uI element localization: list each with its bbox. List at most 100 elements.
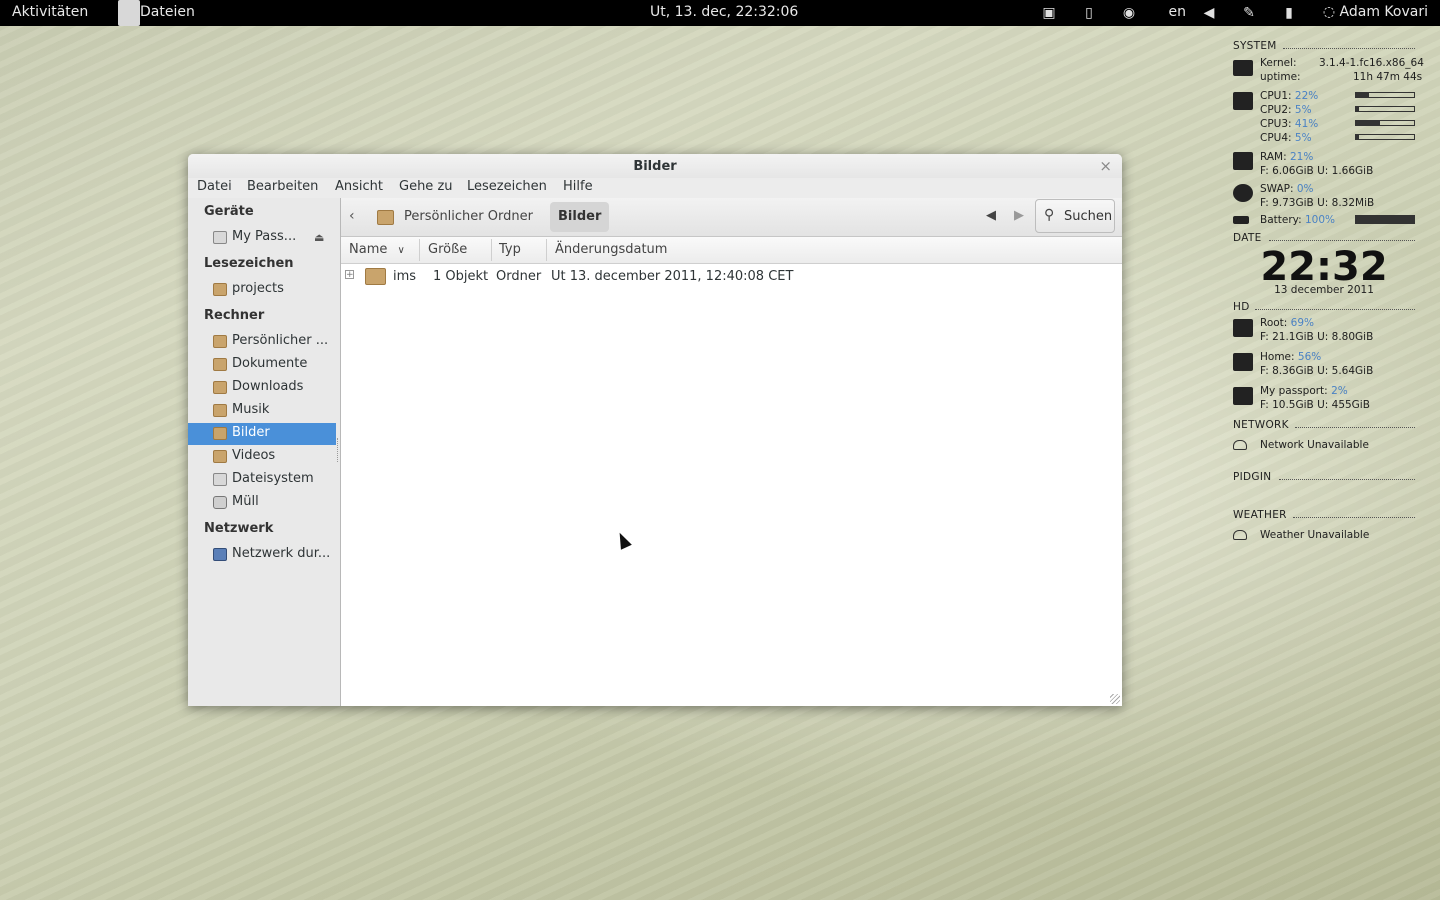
home-label: Home: 56% [1260,351,1321,363]
bar-fill [1356,121,1380,125]
column-modified[interactable]: Änderungsdatum [555,242,667,257]
sidebar-resize-handle[interactable] [337,438,340,462]
column-divider[interactable] [491,239,492,261]
sidebar-item-documents[interactable]: Dokumente [188,354,336,376]
home-folder-icon [213,335,227,348]
documents-folder-icon [213,358,227,371]
section-title: PIDGIN [1233,471,1272,483]
conky-date: 13 december 2011 [1274,284,1374,296]
back-arrow-icon[interactable]: ◀ [986,208,996,223]
home-folder-icon [377,210,394,225]
column-name[interactable]: Name ∨ [349,242,405,257]
battery-icon[interactable]: ▮ [1280,4,1298,22]
sidebar-header-devices: Geräte [204,204,254,219]
swap-label: SWAP: 0% [1260,183,1314,195]
drive-icon [213,231,227,244]
music-folder-icon [213,404,227,417]
passport-percent: 2% [1331,385,1348,397]
column-header: Name ∨ Größe Typ Änderungsdatum [341,237,1122,264]
menu-bearbeiten[interactable]: Bearbeiten [247,179,318,194]
section-divider [1279,479,1415,480]
window-resize-grip[interactable] [1110,694,1120,704]
menu-datei[interactable]: Datei [197,179,232,194]
home-name: Home: [1260,351,1295,363]
app-menu-label: Dateien [140,4,195,20]
table-row[interactable]: + ims 1 Objekt Ordner Ut 13. december 20… [341,265,1122,289]
bar-fill [1356,93,1369,97]
panel-clock[interactable]: Ut, 13. dec, 22:32:06 [650,4,798,20]
keyboard-layout[interactable]: en [1169,4,1187,20]
window-content: Geräte My Pass... ⏏ Lesezeichen projects… [188,198,1122,706]
file-name: ims [393,269,417,284]
hd-section-header: HD [1233,301,1415,315]
activities-button[interactable]: Aktivitäten [12,4,88,20]
column-size[interactable]: Größe [428,242,467,257]
sidebar-item-label: Netzwerk dur... [232,546,331,561]
home-detail: F: 8.36GiB U: 5.64GiB [1260,365,1374,377]
window-titlebar[interactable]: Bilder × [188,154,1122,178]
cpu-name: CPU2: [1260,104,1292,116]
ram-percent: 21% [1290,151,1314,163]
column-divider[interactable] [546,239,547,261]
path-scroll-left-icon[interactable]: ‹ [349,208,363,224]
sidebar-item-browse-network[interactable]: Netzwerk dur... [188,544,336,566]
expand-icon[interactable]: + [345,270,354,280]
sidebar-item-my-passport[interactable]: My Pass... ⏏ [188,227,336,249]
menu-lesezeichen[interactable]: Lesezeichen [467,179,547,194]
user-menu[interactable]: ◌ Adam Kovari [1323,4,1428,20]
section-title: NETWORK [1233,419,1289,431]
close-icon[interactable]: × [1099,157,1112,175]
search-button[interactable]: ⚲ Suchen [1035,199,1115,233]
pen-icon[interactable]: ✎ [1240,4,1258,22]
menu-ansicht[interactable]: Ansicht [335,179,383,194]
path-bar: ‹ Persönlicher Ordner Bilder ◀ ▶ ⚲ Suche… [341,198,1122,237]
sidebar-item-label: Dokumente [232,356,308,371]
breadcrumb-home[interactable]: Persönlicher Ordner [404,209,533,224]
monitor-icon [1233,60,1253,76]
sidebar-item-downloads[interactable]: Downloads [188,377,336,399]
sidebar-item-label: projects [232,281,284,296]
cpu4-bar [1355,134,1415,140]
column-divider[interactable] [419,239,420,261]
sidebar-item-music[interactable]: Musik [188,400,336,422]
uptime-value: 11h 47m 44s [1353,71,1423,83]
weather-status-icon [1233,530,1247,540]
accessibility-icon[interactable]: ◉ [1120,4,1138,22]
user-name: Adam Kovari [1339,4,1428,20]
sidebar-header-bookmarks: Lesezeichen [204,256,294,271]
sidebar-item-pictures[interactable]: Bilder [188,423,336,445]
sidebar-item-projects[interactable]: projects [188,279,336,301]
kernel-label: Kernel: [1260,57,1297,69]
eject-icon[interactable]: ⏏ [314,231,324,244]
file-view: ‹ Persönlicher Ordner Bilder ◀ ▶ ⚲ Suche… [341,198,1122,706]
forward-arrow-icon[interactable]: ▶ [1014,208,1024,223]
network-status-icon [1233,440,1247,450]
menu-gehe-zu[interactable]: Gehe zu [399,179,453,194]
cpu-percent: 22% [1294,90,1319,102]
search-label: Suchen [1064,209,1113,224]
volume-icon[interactable]: ◀ [1200,4,1218,22]
passport-detail: F: 10.5GiB U: 455GiB [1260,399,1370,411]
file-type: Ordner [496,269,542,284]
sidebar-item-videos[interactable]: Videos [188,446,336,468]
cpu-icon [1233,92,1253,110]
bar-fill [1356,107,1359,111]
sidebar-item-home[interactable]: Persönlicher ... [188,331,336,353]
sidebar-item-trash[interactable]: Müll [188,492,336,514]
bar-fill [1356,216,1414,223]
sidebar-item-label: Bilder [232,425,270,440]
clipboard-icon[interactable]: ▯ [1080,4,1098,22]
section-divider [1283,48,1415,49]
cpu3-bar [1355,120,1415,126]
sidebar-item-label: Dateisystem [232,471,314,486]
file-manager-window: Bilder × Datei Bearbeiten Ansicht Gehe z… [188,154,1122,706]
ram-label: RAM: 21% [1260,151,1313,163]
menu-hilfe[interactable]: Hilfe [563,179,593,194]
column-type[interactable]: Typ [499,242,521,257]
ram-name: RAM: [1260,151,1287,163]
sidebar-item-filesystem[interactable]: Dateisystem [188,469,336,491]
breadcrumb-current[interactable]: Bilder [550,202,610,232]
root-detail: F: 21.1GiB U: 8.80GiB [1260,331,1374,343]
root-name: Root: [1260,317,1288,329]
display-icon[interactable]: ▣ [1040,4,1058,22]
